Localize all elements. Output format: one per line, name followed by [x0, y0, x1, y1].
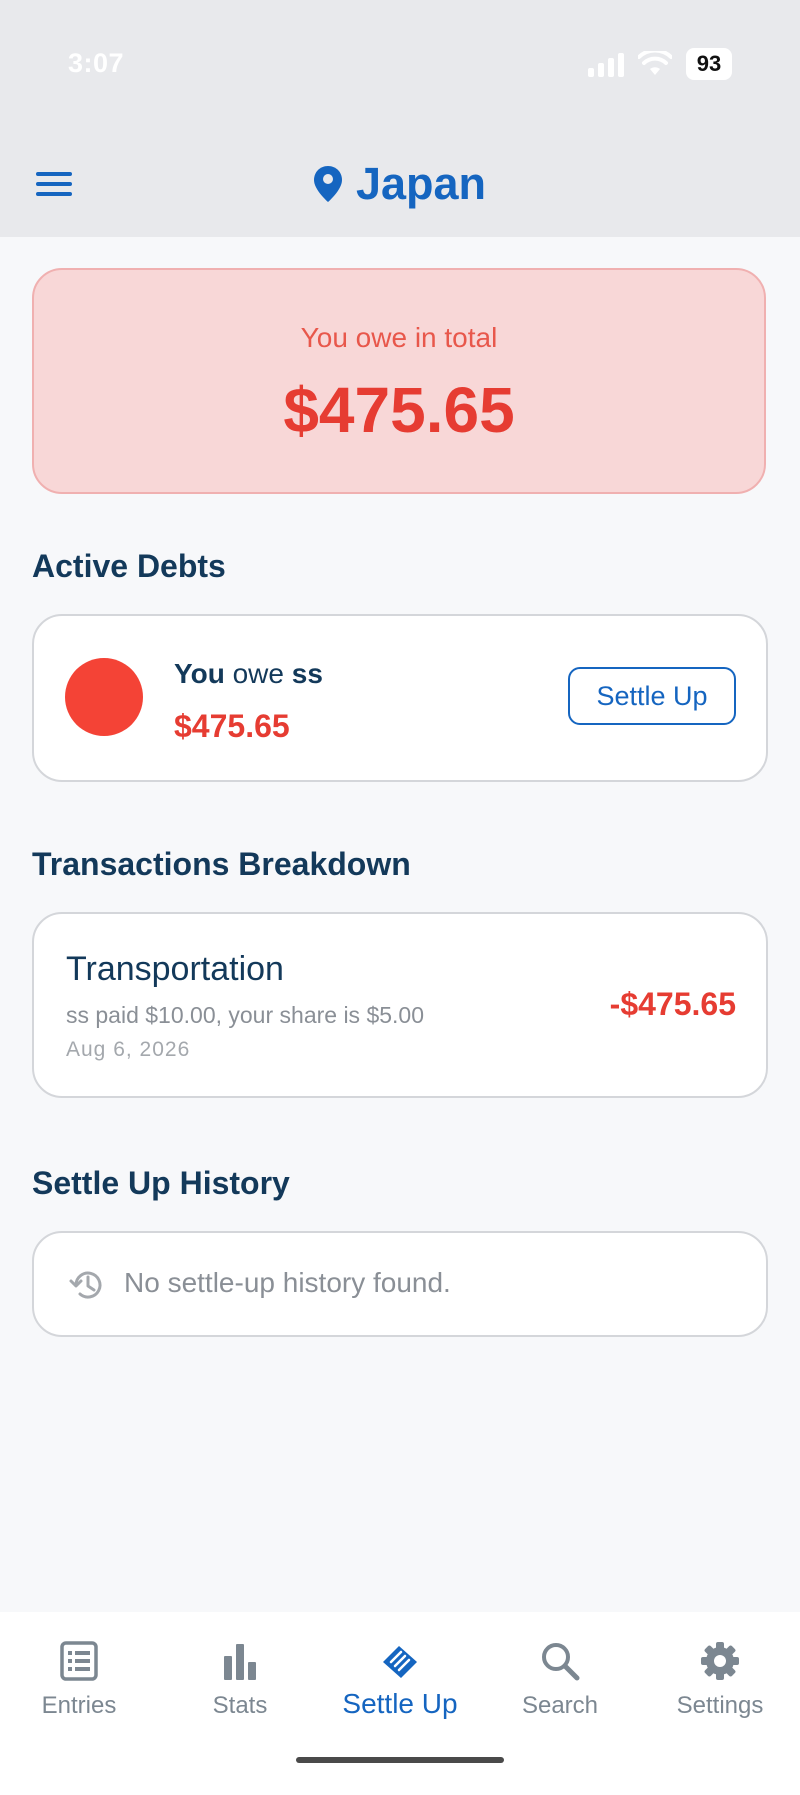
bottom-nav: Entries Stats Settle Up Search Settings — [0, 1612, 800, 1795]
avatar — [65, 658, 143, 736]
debt-card: You owe ss $475.65 Settle Up — [32, 614, 768, 782]
battery-icon: 93 — [686, 48, 732, 80]
signal-icon — [588, 51, 624, 77]
top-bar: 3:07 93 Japan — [0, 0, 800, 237]
status-icons: 93 — [588, 48, 732, 80]
status-time: 3:07 — [68, 48, 125, 78]
nav-entries[interactable]: Entries — [9, 1630, 149, 1730]
gear-icon — [701, 1642, 739, 1680]
total-owed-amount: $475.65 — [283, 374, 515, 446]
bar-chart-icon — [224, 1644, 256, 1680]
history-empty-message: No settle-up history found. — [124, 1267, 451, 1298]
search-icon — [542, 1643, 580, 1681]
nav-stats[interactable]: Stats — [170, 1630, 310, 1730]
settle-up-button[interactable]: Settle Up — [568, 667, 736, 725]
debt-amount: $475.65 — [174, 708, 290, 744]
total-owed-label: You owe in total — [300, 322, 498, 353]
handshake-icon — [383, 1646, 417, 1678]
nav-stats-label: Stats — [212, 1692, 268, 1719]
transaction-name: Transportation — [66, 950, 284, 988]
transaction-card[interactable]: Transportation ss paid $10.00, your shar… — [32, 912, 768, 1098]
active-debts-title: Active Debts — [32, 548, 226, 584]
location-pin-icon — [313, 166, 342, 202]
nav-search[interactable]: Search — [490, 1630, 630, 1730]
page-title-text: Japan — [355, 158, 487, 209]
transaction-date: Aug 6, 2026 — [66, 1038, 191, 1061]
total-owed-card: You owe in total $475.65 — [32, 268, 766, 494]
history-card: No settle-up history found. — [32, 1231, 768, 1337]
debt-description: You owe ss — [174, 658, 323, 690]
wifi-icon — [638, 51, 672, 75]
transaction-amount: -$475.65 — [609, 986, 736, 1022]
nav-settle-up-label: Settle Up — [342, 1688, 458, 1719]
nav-search-label: Search — [521, 1692, 599, 1719]
transaction-description: ss paid $10.00, your share is $5.00 — [66, 1002, 425, 1028]
nav-settings-label: Settings — [676, 1692, 764, 1719]
history-title: Settle Up History — [32, 1165, 290, 1201]
app-header: Japan — [0, 140, 800, 228]
debt-person: ss — [291, 658, 323, 689]
nav-settings[interactable]: Settings — [650, 1630, 790, 1730]
transactions-title: Transactions Breakdown — [32, 846, 411, 882]
nav-entries-label: Entries — [41, 1692, 117, 1719]
page-title: Japan — [0, 140, 800, 228]
home-indicator[interactable] — [296, 1757, 504, 1763]
debt-owe: owe — [232, 658, 284, 689]
list-icon — [60, 1641, 98, 1681]
history-icon — [69, 1271, 102, 1299]
debt-you: You — [174, 658, 225, 689]
nav-settle-up[interactable]: Settle Up — [330, 1630, 470, 1730]
